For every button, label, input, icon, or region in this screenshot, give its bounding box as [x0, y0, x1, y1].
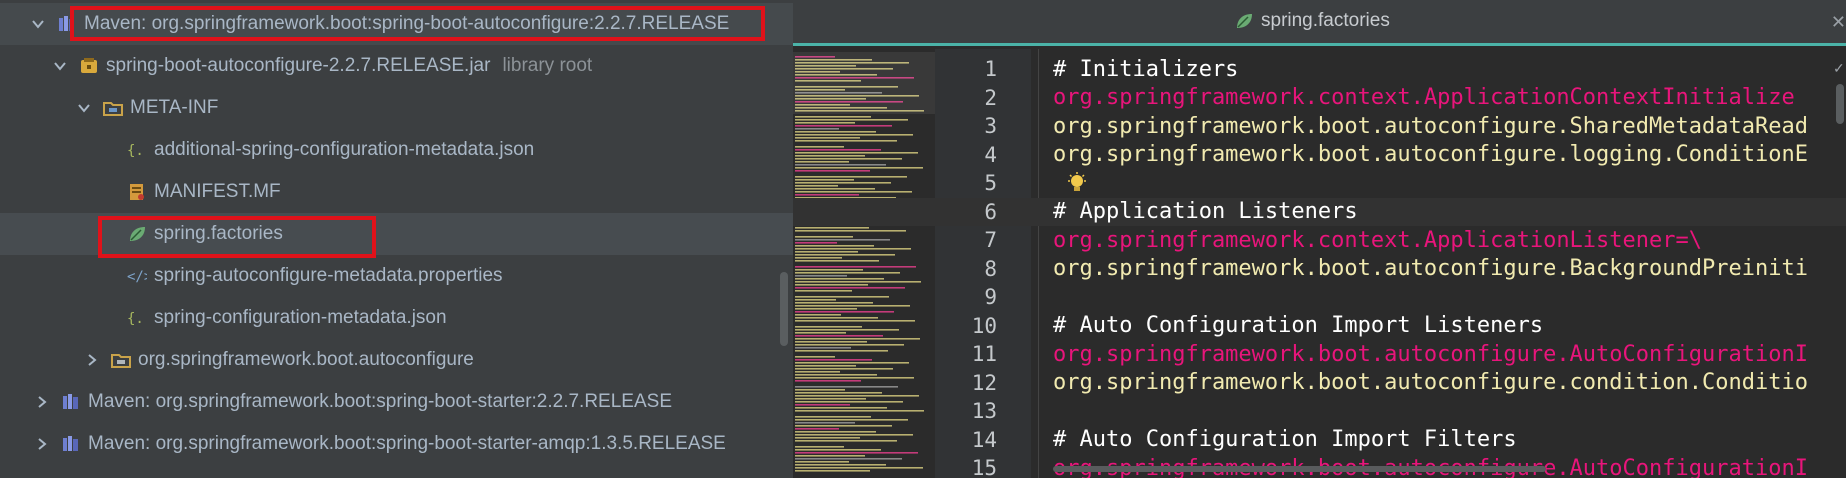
tree-row-label: spring-configuration-metadata.json	[154, 307, 447, 328]
lightbulb-icon[interactable]	[1065, 171, 1089, 195]
tree-row-label: additional-spring-configuration-metadata…	[154, 139, 535, 160]
close-icon[interactable]: ✕	[1831, 12, 1846, 33]
tree-row-autoconfigure-library[interactable]: Maven: org.springframework.boot:spring-b…	[0, 3, 793, 45]
jar-icon	[78, 55, 100, 77]
line-number: 11	[971, 342, 997, 367]
code-text: # Initializers	[1053, 56, 1239, 82]
code-text: # Auto Configuration Import Filters	[1053, 427, 1517, 453]
tree-row-manifest[interactable]: MANIFEST.MF	[0, 171, 793, 213]
code-line[interactable]: 12 org.springframework.boot.autoconfigure…	[793, 369, 1846, 398]
chevron-down-icon[interactable]	[52, 58, 68, 74]
editor-horizontal-scrollbar[interactable]	[1053, 466, 1546, 472]
tree-row-spring-boot-starter[interactable]: Maven: org.springframework.boot:spring-b…	[0, 381, 793, 423]
line-number: 2	[984, 85, 997, 110]
tree-row-configuration-metadata-json[interactable]: {..} spring-configuration-metadata.json	[0, 297, 793, 339]
chevron-right-icon[interactable]	[34, 436, 50, 452]
code-line[interactable]: 5	[793, 169, 1846, 198]
editor-panel: spring.factories ✕ 1 # Initializers 2 org.s…	[793, 0, 1846, 478]
tree-row-package-autoconfigure[interactable]: org.springframework.boot.autoconfigure	[0, 339, 793, 381]
tree-row-meta-inf[interactable]: META-INF	[0, 87, 793, 129]
code-line[interactable]: 14 # Auto Configuration Import Filters	[793, 426, 1846, 455]
package-folder-icon	[110, 349, 132, 371]
chevron-right-icon[interactable]	[84, 352, 100, 368]
inspection-status-icon[interactable]: ✓	[1833, 60, 1845, 77]
code-area[interactable]: 1 # Initializers 2 org.springframework.cont…	[793, 49, 1846, 478]
code-line[interactable]: 7 org.springframework.context.Application…	[793, 226, 1846, 255]
tree-row-spring-boot-starter-amqp[interactable]: Maven: org.springframework.boot:spring-b…	[0, 423, 793, 465]
editor-scrollbar[interactable]	[1836, 84, 1844, 124]
tree-row-spring-factories[interactable]: spring.factories	[0, 213, 793, 255]
code-line[interactable]: 11 org.springframework.boot.autoconfigure…	[793, 340, 1846, 369]
spring-leaf-icon	[126, 223, 148, 245]
library-root-hint: library root	[502, 55, 593, 76]
line-number: 7	[984, 228, 997, 253]
code-text: org.springframework.context.ApplicationL…	[1053, 227, 1703, 253]
tree-row-label: spring-boot-autoconfigure-2.2.7.RELEASE.…	[106, 55, 491, 76]
manifest-file-icon	[126, 181, 148, 203]
library-icon	[56, 13, 78, 35]
chevron-down-icon[interactable]	[76, 100, 92, 116]
code-line[interactable]: 1 # Initializers	[793, 55, 1846, 84]
tree-row-label: org.springframework.boot.autoconfigure	[138, 349, 474, 370]
folder-icon	[102, 97, 124, 119]
editor-tab-spring-factories[interactable]: spring.factories	[1233, 10, 1390, 32]
code-line[interactable]: 9	[793, 283, 1846, 312]
code-line[interactable]: 2 org.springframework.context.Application…	[793, 84, 1846, 113]
code-line[interactable]: 8 org.springframework.boot.autoconfigure.…	[793, 255, 1846, 284]
svg-text:{..}: {..}	[127, 311, 147, 327]
tab-title: spring.factories	[1261, 10, 1390, 31]
code-line-current[interactable]: 6 # Application Listeners	[793, 197, 1846, 226]
line-number: 12	[971, 370, 997, 395]
line-number: 3	[984, 114, 997, 139]
line-number: 5	[984, 171, 997, 196]
code-text: org.springframework.boot.autoconfigure.l…	[1053, 142, 1808, 168]
line-number: 1	[984, 57, 997, 82]
properties-file-icon: </>	[126, 265, 148, 287]
code-line[interactable]: 3 org.springframework.boot.autoconfigure.…	[793, 112, 1846, 141]
tree-row-label: spring-autoconfigure-metadata.properties	[154, 265, 503, 286]
code-text: # Auto Configuration Import Listeners	[1053, 313, 1544, 339]
tree-row-label: Maven: org.springframework.boot:spring-b…	[88, 391, 672, 412]
tree-scrollbar[interactable]	[780, 272, 788, 346]
spring-leaf-icon	[1233, 10, 1255, 32]
json-file-icon: {..}	[126, 307, 148, 329]
tree-row-label: Maven: org.springframework.boot:spring-b…	[88, 433, 726, 454]
tree-row-label: MANIFEST.MF	[154, 181, 281, 202]
line-number: 6	[984, 199, 997, 224]
code-text: org.springframework.boot.autoconfigure.A…	[1053, 341, 1808, 367]
library-icon	[60, 433, 82, 455]
code-line[interactable]: 13	[793, 397, 1846, 426]
code-line[interactable]: 10 # Auto Configuration Import Listeners	[793, 312, 1846, 341]
line-number: 10	[971, 313, 997, 338]
tree-row-label: Maven: org.springframework.boot:spring-b…	[84, 13, 730, 34]
code-text: org.springframework.boot.autoconfigure.S…	[1053, 113, 1808, 139]
tree-row-autoconfigure-metadata-properties[interactable]: </> spring-autoconfigure-metadata.proper…	[0, 255, 793, 297]
line-number: 14	[971, 427, 997, 452]
line-number: 13	[971, 399, 997, 424]
chevron-right-icon[interactable]	[34, 394, 50, 410]
line-number: 9	[984, 285, 997, 310]
code-text: org.springframework.boot.autoconfigure.B…	[1053, 256, 1808, 282]
code-line[interactable]: 4 org.springframework.boot.autoconfigure.…	[793, 141, 1846, 170]
library-icon	[60, 391, 82, 413]
tree-row-jar[interactable]: spring-boot-autoconfigure-2.2.7.RELEASE.…	[0, 45, 793, 87]
line-number: 8	[984, 256, 997, 281]
tree-row-label: spring.factories	[154, 223, 283, 244]
project-tree: Maven: org.springframework.boot:spring-b…	[0, 0, 793, 478]
json-file-icon: {..}	[126, 139, 148, 161]
editor-tab-bar: spring.factories ✕	[793, 0, 1846, 46]
code-text: org.springframework.context.ApplicationC…	[1053, 85, 1795, 111]
svg-text:</>: </>	[127, 269, 147, 285]
line-number: 4	[984, 142, 997, 167]
svg-text:{..}: {..}	[127, 143, 147, 159]
chevron-down-icon[interactable]	[30, 16, 46, 32]
code-text: # Application Listeners	[1053, 199, 1358, 225]
line-number: 15	[971, 456, 997, 478]
tree-row-label: META-INF	[130, 97, 219, 118]
tree-row-additional-metadata-json[interactable]: {..} additional-spring-configuration-met…	[0, 129, 793, 171]
code-text: org.springframework.boot.autoconfigure.c…	[1053, 370, 1808, 396]
